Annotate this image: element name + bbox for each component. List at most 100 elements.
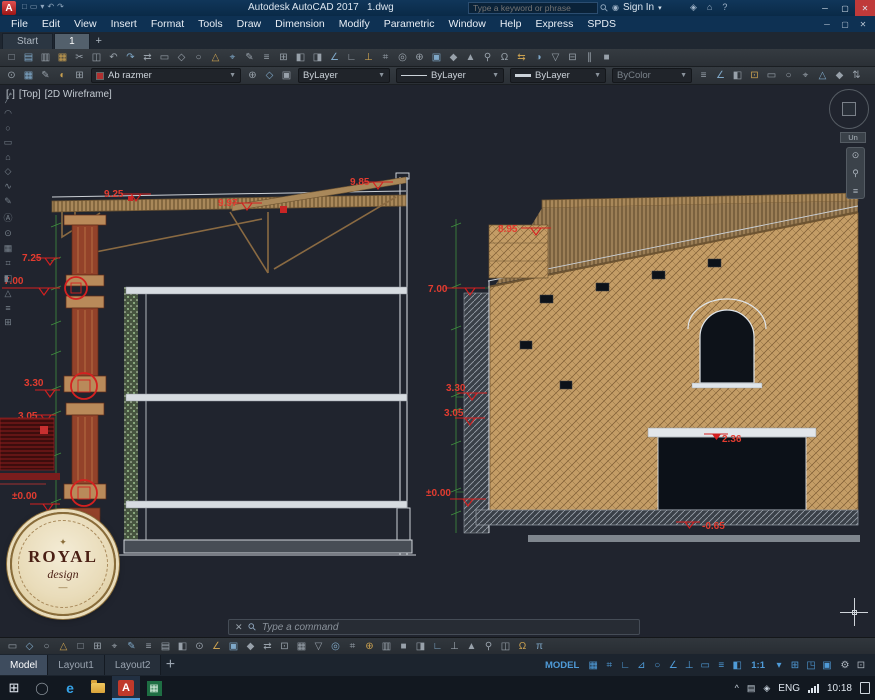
- toolbar-icon[interactable]: ▦: [54, 50, 71, 65]
- menu-edit[interactable]: Edit: [35, 18, 67, 30]
- toolbar-icon[interactable]: ▲: [463, 639, 480, 654]
- toolbar-icon[interactable]: ▦: [585, 660, 601, 671]
- toolbar-icon[interactable]: ✕: [855, 20, 871, 29]
- toolbar-icon[interactable]: ◈: [690, 2, 697, 13]
- toolbar-icon[interactable]: ⇆: [513, 50, 530, 65]
- taskbar-app-spreadsheet[interactable]: ▦: [140, 676, 168, 700]
- toolbar-icon[interactable]: ▥: [37, 50, 54, 65]
- toolbar-icon[interactable]: ↶: [105, 50, 122, 65]
- color-dropdown[interactable]: ByLayer ▼: [298, 68, 390, 83]
- toolbar-icon[interactable]: ▣: [225, 639, 242, 654]
- toolbar-icon[interactable]: ✎: [37, 68, 54, 83]
- toolbar-icon[interactable]: ⌗: [377, 50, 394, 65]
- toolbar-icon[interactable]: ?: [722, 2, 727, 13]
- toolbar-icon[interactable]: ⊞: [71, 68, 88, 83]
- clock[interactable]: 10:18: [827, 683, 852, 694]
- toolbar-icon[interactable]: ◇: [173, 50, 190, 65]
- toolbar-icon[interactable]: ◫: [88, 50, 105, 65]
- toolbar-icon[interactable]: ↷: [122, 50, 139, 65]
- toolbar-icon[interactable]: ⊕: [411, 50, 428, 65]
- toolbar-icon[interactable]: ◎: [327, 639, 344, 654]
- menu-format[interactable]: Format: [144, 18, 191, 30]
- toolbar-icon[interactable]: ◈: [763, 683, 770, 694]
- toolbar-icon[interactable]: ▭: [4, 137, 13, 148]
- toolbar-icon[interactable]: ⌂: [5, 152, 10, 162]
- toolbar-icon[interactable]: ∠: [665, 660, 681, 671]
- toolbar-icon[interactable]: ⌗: [601, 660, 617, 671]
- toolbar-icon[interactable]: ⌖: [224, 50, 241, 65]
- start-button[interactable]: ⊞: [0, 676, 28, 700]
- toolbar-icon[interactable]: ○: [780, 68, 797, 83]
- toolbar-icon[interactable]: ↷: [57, 2, 64, 11]
- annotation-scale[interactable]: 1:1: [751, 660, 765, 671]
- close-icon[interactable]: ✕: [235, 622, 243, 633]
- network-icon[interactable]: [807, 683, 819, 693]
- toolbar-icon[interactable]: ▾: [771, 660, 787, 671]
- tab-layout2[interactable]: Layout2: [104, 655, 162, 675]
- search-icon[interactable]: ⚲: [598, 2, 611, 15]
- toolbar-icon[interactable]: ⚲: [479, 50, 496, 65]
- toolbar-icon[interactable]: ∟: [429, 639, 446, 654]
- toolbar-icon[interactable]: ⊞: [4, 317, 12, 328]
- toolbar-icon[interactable]: ◎: [394, 50, 411, 65]
- toolbar-icon[interactable]: ⇅: [848, 68, 865, 83]
- toolbar-icon[interactable]: Ⓐ: [3, 211, 12, 224]
- cortana-button[interactable]: ◯: [28, 676, 56, 700]
- tab-drawing-1[interactable]: 1: [54, 33, 90, 49]
- toolbar-icon[interactable]: △: [5, 288, 12, 299]
- toolbar-icon[interactable]: □: [22, 2, 27, 11]
- toolbar-icon[interactable]: ◐: [54, 68, 71, 83]
- toolbar-icon[interactable]: ^: [735, 683, 739, 694]
- menu-window[interactable]: Window: [441, 18, 492, 30]
- toolbar-icon[interactable]: ▣: [278, 68, 295, 83]
- toolbar-icon[interactable]: ○: [190, 50, 207, 65]
- navigation-bar[interactable]: ⊙ ⚲ ≡: [846, 147, 865, 199]
- toolbar-icon[interactable]: ⊙: [4, 228, 12, 239]
- document-window-buttons[interactable]: ─ ▢ ✕: [819, 20, 875, 29]
- taskbar-app-explorer[interactable]: [84, 676, 112, 700]
- toolbar-icon[interactable]: Ω: [496, 50, 513, 65]
- toolbar-icon[interactable]: ⊥: [360, 50, 377, 65]
- taskbar-app-edge[interactable]: e: [56, 676, 84, 700]
- model-space-indicator[interactable]: MODEL: [545, 660, 579, 671]
- search-icon[interactable]: ⚲: [246, 621, 259, 634]
- toolbar-icon[interactable]: ◠: [4, 108, 12, 119]
- toolbar-icon[interactable]: △: [55, 639, 72, 654]
- toolbar-icon[interactable]: ◇: [21, 639, 38, 654]
- toolbar-icon[interactable]: ⊙: [852, 150, 860, 161]
- toolbar-icon[interactable]: ⚙: [837, 660, 853, 671]
- toolbar-icon[interactable]: △: [814, 68, 831, 83]
- toolbar-icon[interactable]: ⊞: [275, 50, 292, 65]
- toolbar-icon[interactable]: ≡: [695, 68, 712, 83]
- toolbar-icon[interactable]: ✎: [123, 639, 140, 654]
- toolbar-icon[interactable]: ≡: [5, 303, 10, 313]
- toolbar-icon[interactable]: ▾: [40, 2, 44, 11]
- toolbar-icon[interactable]: ⚲: [852, 168, 859, 179]
- menu-express[interactable]: Express: [528, 18, 580, 30]
- toolbar-icon[interactable]: ▤: [747, 683, 756, 694]
- toolbar-icon[interactable]: △: [207, 50, 224, 65]
- taskbar-app-autocad[interactable]: A: [112, 676, 140, 700]
- toolbar-icon[interactable]: ▽: [547, 50, 564, 65]
- new-layout-button[interactable]: +: [161, 655, 179, 675]
- toolbar-icon[interactable]: ◨: [412, 639, 429, 654]
- toolbar-icon[interactable]: □: [72, 639, 89, 654]
- toolbar-icon[interactable]: ○: [649, 660, 665, 671]
- toolbar-icon[interactable]: ⚲: [480, 639, 497, 654]
- menu-help[interactable]: Help: [493, 18, 529, 30]
- minimize-button[interactable]: ─: [815, 0, 835, 16]
- toolbar-icon[interactable]: Ω: [514, 639, 531, 654]
- toolbar-icon[interactable]: ↶: [47, 2, 54, 11]
- toolbar-icon[interactable]: ▥: [378, 639, 395, 654]
- lineweight-dropdown[interactable]: ByLayer ▼: [510, 68, 606, 83]
- toolbar-icon[interactable]: ⇄: [259, 639, 276, 654]
- toolbar-icon[interactable]: ▣: [428, 50, 445, 65]
- view-control[interactable]: [Top]: [19, 89, 41, 100]
- toolbar-icon[interactable]: ⊕: [361, 639, 378, 654]
- toolbar-icon[interactable]: ✂: [71, 50, 88, 65]
- command-line[interactable]: ✕ ⚲ Type a command: [228, 619, 640, 635]
- toolbar-icon[interactable]: ⌖: [797, 68, 814, 83]
- toolbar-icon[interactable]: ⊿: [633, 660, 649, 671]
- toolbar-icon[interactable]: ⌗: [5, 258, 10, 269]
- toolbar-icon[interactable]: ⊡: [746, 68, 763, 83]
